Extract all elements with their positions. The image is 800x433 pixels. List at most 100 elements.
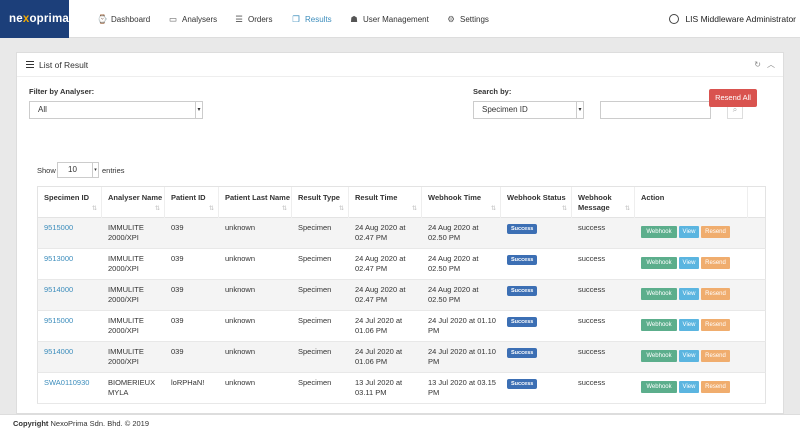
cell-analyser: IMMULITE 2000/XPI	[108, 285, 144, 304]
cell-analyser: IMMULITE 2000/XPI	[108, 254, 144, 273]
cell-type: Specimen	[298, 316, 332, 325]
cell-result-time: 24 Aug 2020 at 02.47 PM	[355, 254, 406, 273]
table-row: 9515000 IMMULITE 2000/XPI 039 unknown Specim…	[37, 218, 766, 249]
nav-item-label: User Management	[363, 15, 429, 24]
user-name: LIS Middleware Administrator	[685, 14, 796, 24]
resend-button[interactable]: Resend	[701, 226, 730, 238]
sort-icon: ⇅	[154, 205, 160, 212]
cell-webhook-message: success	[578, 254, 606, 263]
nav-item-analysers[interactable]: ▭ Analysers	[168, 0, 217, 38]
resend-button[interactable]: Resend	[701, 319, 730, 331]
cell-specimen[interactable]: 9513000	[44, 254, 98, 264]
cell-webhook-time: 13 Jul 2020 at 03.15 PM	[428, 378, 496, 397]
webhook-button[interactable]: Webhook	[641, 381, 677, 393]
table-header: Specimen ID ⇅ Analyser Name ⇅ Patient ID ⇅ Pat…	[37, 186, 766, 219]
view-button[interactable]: View	[679, 226, 699, 238]
cell-patient-id: 039	[171, 347, 184, 356]
panel-title: List of Result	[26, 60, 88, 70]
cell-specimen[interactable]: 9515000	[44, 316, 98, 326]
cell-webhook-message: success	[578, 316, 606, 325]
status-badge: Success	[507, 255, 538, 265]
cell-type: Specimen	[298, 347, 332, 356]
user-menu[interactable]: LIS Middleware Administrator	[669, 0, 796, 38]
status-badge: Success	[507, 379, 538, 389]
column-header-webhook-status[interactable]: Webhook Status ⇅	[501, 187, 572, 219]
cell-analyser: IMMULITE 2000/XPI	[108, 223, 144, 242]
column-header-label: Webhook Message	[578, 193, 612, 212]
column-header-specimen-id[interactable]: Specimen ID ⇅	[38, 187, 102, 219]
table-row: 9515000 IMMULITE 2000/XPI 039 unknown Specim…	[37, 311, 766, 342]
cell-webhook-message: success	[578, 378, 606, 387]
nav-item-orders[interactable]: ☰ Orders	[234, 0, 272, 38]
status-badge: Success	[507, 286, 538, 296]
resend-button[interactable]: Resend	[701, 350, 730, 362]
search-by-select[interactable]: Specimen ID ▾	[473, 101, 584, 119]
cell-last-name: unknown	[225, 316, 256, 325]
nav-item-dashboard[interactable]: ⌚ Dashboard	[97, 0, 150, 38]
cell-specimen[interactable]: SWA0110930	[44, 378, 98, 388]
column-header-analyser-name[interactable]: Analyser Name ⇅	[102, 187, 165, 219]
cell-webhook-time: 24 Jul 2020 at 01.10 PM	[428, 316, 496, 335]
brand-suffix: oprima	[29, 13, 69, 25]
cell-specimen[interactable]: 9515000	[44, 223, 98, 233]
view-button[interactable]: View	[679, 350, 699, 362]
analyser-filter-select[interactable]: All ▾	[29, 101, 203, 119]
webhook-button[interactable]: Webhook	[641, 350, 677, 362]
dashboard-icon: ⌚	[97, 14, 108, 24]
footer: Copyright NexoPrima Sdn. Bhd. © 2019	[0, 414, 800, 433]
webhook-button[interactable]: Webhook	[641, 288, 677, 300]
search-input[interactable]	[600, 101, 711, 119]
column-header-patient-id[interactable]: Patient ID ⇅	[165, 187, 219, 219]
cell-last-name: unknown	[225, 347, 256, 356]
resend-button[interactable]: Resend	[701, 381, 730, 393]
cell-analyser: IMMULITE 2000/XPI	[108, 347, 144, 366]
view-button[interactable]: View	[679, 257, 699, 269]
view-button[interactable]: View	[679, 381, 699, 393]
resend-button[interactable]: Resend	[701, 288, 730, 300]
chevron-down-icon: ▾	[92, 163, 98, 177]
brand-logo[interactable]: nexoprima	[0, 0, 69, 38]
cell-last-name: unknown	[225, 223, 256, 232]
view-button[interactable]: View	[679, 288, 699, 300]
column-header-result-type[interactable]: Result Type ⇅	[292, 187, 349, 219]
column-header-webhook-message[interactable]: Webhook Message ⇅	[572, 187, 635, 219]
users-icon: ☗	[350, 14, 358, 24]
document-icon: ❐	[292, 14, 300, 24]
nav-item-settings[interactable]: ⚙ Settings	[446, 0, 489, 38]
cell-patient-id: 039	[171, 254, 184, 263]
column-header-action[interactable]: Action	[635, 187, 748, 219]
column-header-patient-last-name[interactable]: Patient Last Name ⇅	[219, 187, 292, 219]
webhook-button[interactable]: Webhook	[641, 226, 677, 238]
column-header-result-time[interactable]: Result Time ⇅	[349, 187, 422, 219]
refresh-icon[interactable]: ↻	[754, 60, 761, 69]
column-header-label: Result Type	[298, 193, 340, 202]
resend-button[interactable]: Resend	[701, 257, 730, 269]
collapse-icon[interactable]: ︿	[767, 60, 775, 69]
gears-icon: ⚙	[447, 14, 455, 24]
column-header-label: Analyser Name	[108, 193, 163, 202]
nav-item-label: Settings	[460, 15, 489, 24]
nav-item-label: Dashboard	[111, 15, 151, 24]
cell-specimen[interactable]: 9514000	[44, 285, 98, 295]
resend-all-button[interactable]: Resend All	[709, 89, 757, 107]
webhook-button[interactable]: Webhook	[641, 257, 677, 269]
show-label: Show	[37, 166, 56, 175]
list-icon: ☰	[235, 14, 243, 24]
cell-result-time: 13 Jul 2020 at 03.11 PM	[355, 378, 403, 397]
webhook-button[interactable]: Webhook	[641, 319, 677, 331]
column-header-label: Result Time	[355, 193, 398, 202]
view-button[interactable]: View	[679, 319, 699, 331]
nav-item-results[interactable]: ❐ Results	[291, 0, 332, 38]
column-header-webhook-time[interactable]: Webhook Time ⇅	[422, 187, 501, 219]
sort-icon: ⇅	[91, 205, 97, 212]
cell-result-time: 24 Jul 2020 at 01.06 PM	[355, 316, 403, 335]
cell-result-time: 24 Aug 2020 at 02.47 PM	[355, 223, 406, 242]
cell-patient-id: 039	[171, 223, 184, 232]
nav-item-label: Orders	[248, 15, 273, 24]
column-header-label: Patient Last Name	[225, 193, 291, 202]
sort-icon: ⇅	[208, 205, 214, 212]
entries-select[interactable]: 10 ▾	[57, 162, 99, 178]
cell-last-name: unknown	[225, 254, 256, 263]
cell-specimen[interactable]: 9514000	[44, 347, 98, 357]
nav-item-user-management[interactable]: ☗ User Management	[349, 0, 429, 38]
